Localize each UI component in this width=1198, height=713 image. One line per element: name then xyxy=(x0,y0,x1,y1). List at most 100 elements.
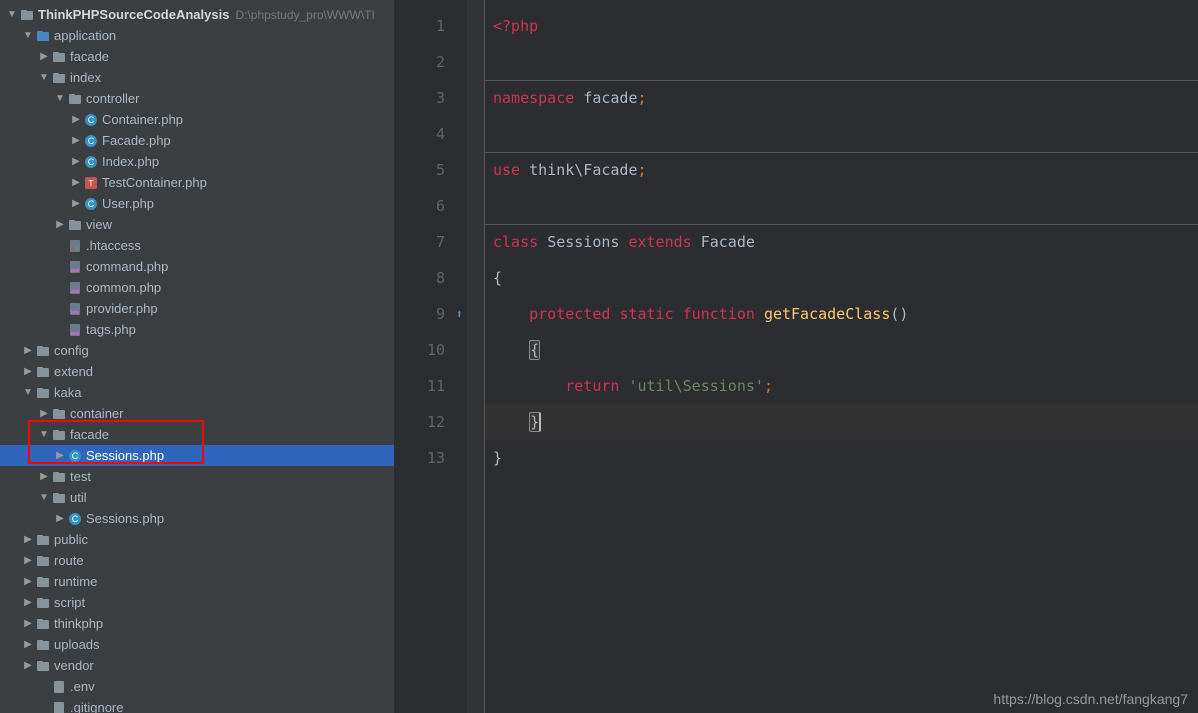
project-tree[interactable]: ▼ThinkPHPSourceCodeAnalysisD:\phpstudy_p… xyxy=(0,0,395,713)
tree-item-label: script xyxy=(52,595,85,610)
tree-item-thinkphp[interactable]: ▶thinkphp xyxy=(0,613,394,634)
chevron-right-icon[interactable]: ▶ xyxy=(70,177,82,188)
tree-item-kaka[interactable]: ▼kaka xyxy=(0,382,394,403)
tree-item-facade[interactable]: ▶facade xyxy=(0,46,394,67)
code-token: namespace xyxy=(493,89,583,107)
chevron-down-icon[interactable]: ▼ xyxy=(6,9,18,20)
tree-item-sessions-php[interactable]: ▶CSessions.php xyxy=(0,508,394,529)
code-line-13[interactable]: } xyxy=(485,440,1198,476)
chevron-right-icon[interactable]: ▶ xyxy=(22,639,34,650)
code-token: ; xyxy=(764,377,773,395)
code-line-10[interactable]: { xyxy=(485,332,1198,368)
tree-item--env[interactable]: .env xyxy=(0,676,394,697)
tree-item-testcontainer-php[interactable]: ▶TTestContainer.php xyxy=(0,172,394,193)
chevron-down-icon[interactable]: ▼ xyxy=(38,72,50,83)
tree-item-provider-php[interactable]: provider.php xyxy=(0,298,394,319)
chevron-down-icon[interactable]: ▼ xyxy=(38,492,50,503)
chevron-right-icon[interactable]: ▶ xyxy=(22,366,34,377)
section-separator xyxy=(485,152,1198,153)
chevron-right-icon[interactable]: ▶ xyxy=(38,471,50,482)
tree-item-tags-php[interactable]: tags.php xyxy=(0,319,394,340)
code-line-11[interactable]: return 'util\Sessions'; xyxy=(485,368,1198,404)
svg-text:C: C xyxy=(72,514,79,524)
tree-item-label: application xyxy=(52,28,116,43)
code-line-8[interactable]: { xyxy=(485,260,1198,296)
tree-item-container-php[interactable]: ▶CContainer.php xyxy=(0,109,394,130)
chevron-right-icon[interactable]: ▶ xyxy=(22,345,34,356)
section-separator xyxy=(485,224,1198,225)
tree-item-label: uploads xyxy=(52,637,100,652)
line-number: 3 xyxy=(395,80,467,116)
code-line-6[interactable] xyxy=(485,188,1198,224)
chevron-down-icon[interactable]: ▼ xyxy=(22,387,34,398)
tree-item-sessions-php[interactable]: ▶CSessions.php xyxy=(0,445,394,466)
tree-item-thinkphpsourcecodeanalysis[interactable]: ▼ThinkPHPSourceCodeAnalysisD:\phpstudy_p… xyxy=(0,4,394,25)
code-content[interactable]: <?php namespace facade; use think\Facade; c… xyxy=(485,0,1198,713)
code-line-1[interactable]: <?php xyxy=(485,8,1198,44)
code-editor[interactable]: 123456789⬆10111213 <?phpnamespace facade… xyxy=(395,0,1198,713)
tree-item--gitignore[interactable]: .gitignore xyxy=(0,697,394,713)
file-icon xyxy=(50,701,68,713)
folder-icon xyxy=(50,428,68,442)
tree-item-container[interactable]: ▶container xyxy=(0,403,394,424)
code-line-7[interactable]: class Sessions extends Facade xyxy=(485,224,1198,260)
code-line-3[interactable]: namespace facade; xyxy=(485,80,1198,116)
code-line-4[interactable] xyxy=(485,116,1198,152)
tree-item-vendor[interactable]: ▶vendor xyxy=(0,655,394,676)
chevron-right-icon[interactable]: ▶ xyxy=(38,51,50,62)
folder-icon xyxy=(50,470,68,484)
tree-item-route[interactable]: ▶route xyxy=(0,550,394,571)
tree-item-script[interactable]: ▶ script xyxy=(0,592,394,613)
tree-item-config[interactable]: ▶config xyxy=(0,340,394,361)
tree-item-application[interactable]: ▼ application xyxy=(0,25,394,46)
chevron-right-icon[interactable]: ▶ xyxy=(22,660,34,671)
chevron-right-icon[interactable]: ▶ xyxy=(70,135,82,146)
fold-column[interactable] xyxy=(467,0,485,713)
tree-item-label: extend xyxy=(52,364,93,379)
tree-item-uploads[interactable]: ▶ uploads xyxy=(0,634,394,655)
code-line-9[interactable]: protected static function getFacadeClass… xyxy=(485,296,1198,332)
tree-item--htaccess[interactable]: .htaccess xyxy=(0,235,394,256)
tree-item-command-php[interactable]: command.php xyxy=(0,256,394,277)
tree-item-public[interactable]: ▶public xyxy=(0,529,394,550)
code-line-12[interactable]: } xyxy=(485,404,1198,440)
php-test-icon: T xyxy=(82,176,100,190)
tree-item-facade[interactable]: ▼facade xyxy=(0,424,394,445)
chevron-right-icon[interactable]: ▶ xyxy=(54,219,66,230)
tree-item-extend[interactable]: ▶ extend xyxy=(0,361,394,382)
tree-item-index-php[interactable]: ▶CIndex.php xyxy=(0,151,394,172)
tree-item-util[interactable]: ▼util xyxy=(0,487,394,508)
tree-item-runtime[interactable]: ▶runtime xyxy=(0,571,394,592)
tree-item-facade-php[interactable]: ▶CFacade.php xyxy=(0,130,394,151)
tree-item-user-php[interactable]: ▶CUser.php xyxy=(0,193,394,214)
chevron-right-icon[interactable]: ▶ xyxy=(22,534,34,545)
chevron-right-icon[interactable]: ▶ xyxy=(70,156,82,167)
tree-item-common-php[interactable]: common.php xyxy=(0,277,394,298)
chevron-right-icon[interactable]: ▶ xyxy=(38,408,50,419)
override-method-icon[interactable]: ⬆ xyxy=(456,296,463,332)
folder-icon xyxy=(66,92,84,106)
php-class-icon: C xyxy=(66,512,84,526)
chevron-down-icon[interactable]: ▼ xyxy=(22,30,34,41)
code-token xyxy=(493,413,529,431)
code-line-5[interactable]: use think\Facade; xyxy=(485,152,1198,188)
chevron-down-icon[interactable]: ▼ xyxy=(38,429,50,440)
chevron-right-icon[interactable]: ▶ xyxy=(70,198,82,209)
code-token: ; xyxy=(638,89,647,107)
chevron-right-icon[interactable]: ▶ xyxy=(54,513,66,524)
chevron-right-icon[interactable]: ▶ xyxy=(54,450,66,461)
line-number: 10 xyxy=(395,332,467,368)
tree-item-index[interactable]: ▼index xyxy=(0,67,394,88)
tree-item-test[interactable]: ▶test xyxy=(0,466,394,487)
tree-item-view[interactable]: ▶view xyxy=(0,214,394,235)
chevron-right-icon[interactable]: ▶ xyxy=(22,618,34,629)
code-line-2[interactable] xyxy=(485,44,1198,80)
chevron-right-icon[interactable]: ▶ xyxy=(70,114,82,125)
chevron-right-icon[interactable]: ▶ xyxy=(22,597,34,608)
code-token: } xyxy=(529,412,541,432)
chevron-right-icon[interactable]: ▶ xyxy=(22,576,34,587)
chevron-right-icon[interactable]: ▶ xyxy=(22,555,34,566)
tree-item-controller[interactable]: ▼controller xyxy=(0,88,394,109)
chevron-down-icon[interactable]: ▼ xyxy=(54,93,66,104)
folder-icon xyxy=(50,50,68,64)
